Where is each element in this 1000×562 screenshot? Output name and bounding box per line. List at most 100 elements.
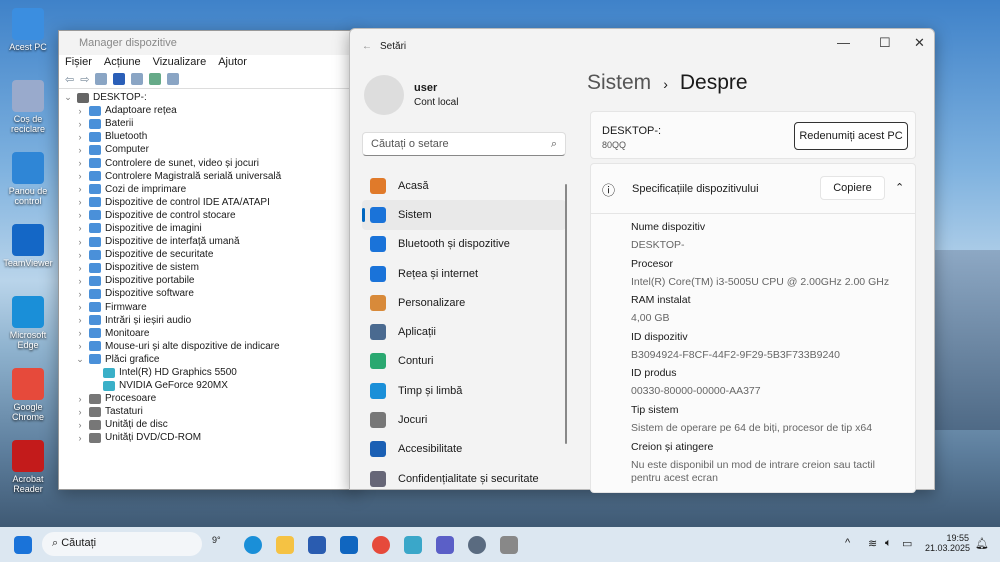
weather-widget[interactable]: 9° [212,535,221,545]
maps-icon[interactable] [404,536,422,554]
nav-item[interactable]: Conturi [362,347,566,376]
tree-item[interactable]: › Dispozitive de control IDE ATA/ATAPI [63,196,353,209]
chevron-right-icon[interactable]: › [75,119,85,129]
chrome-icon[interactable] [372,536,390,554]
chevron-right-icon[interactable]: › [75,420,85,430]
outlook-icon[interactable] [340,536,358,554]
chevron-right-icon[interactable]: › [75,184,85,194]
nav-item[interactable]: Accesibilitate [362,435,566,464]
tree-item[interactable]: › Firmware [63,301,353,314]
chevron-right-icon[interactable]: › [75,315,85,325]
rename-pc-button[interactable]: Redenumiți acest PC [794,122,908,150]
file-explorer-icon[interactable] [276,536,294,554]
tree-item[interactable]: › Computer [63,143,353,156]
chevron-right-icon[interactable]: › [75,341,85,351]
desktop-icon[interactable]: TeamViewer [0,224,56,268]
tree-item[interactable]: › Dispozitive de interfață umană [63,235,353,248]
chevron-right-icon[interactable]: › [75,394,85,404]
desktop-icon[interactable]: Acest PC [0,8,56,52]
tree-item[interactable]: › Procesoare [63,392,353,405]
desktop-icon[interactable]: Google Chrome [0,368,56,422]
chevron-right-icon[interactable]: › [75,302,85,312]
help-icon[interactable] [113,73,126,85]
clock[interactable]: 19:55 21.03.2025 [925,533,970,553]
menu-item[interactable]: Ajutor [218,56,247,70]
chevron-right-icon[interactable]: › [75,132,85,142]
chevron-up-icon[interactable]: ⌃ [895,181,904,194]
chevron-right-icon[interactable]: › [75,433,85,443]
menu-item[interactable]: Acțiune [104,56,141,70]
tree-item[interactable]: ⌄ Plăci grafice [63,353,353,366]
tree-item[interactable]: › Baterii [63,117,353,130]
chevron-right-icon[interactable]: › [75,289,85,299]
tree-item[interactable]: › Unități DVD/CD-ROM [63,431,353,444]
desktop-icon[interactable]: Panou de control [0,152,56,206]
nav-item[interactable]: Rețea și internet [362,259,566,288]
nav-item[interactable]: Personalizare [362,288,566,317]
menu-item[interactable]: Vizualizare [153,56,207,70]
tree-item[interactable]: › Adaptoare rețea [63,104,353,117]
chevron-right-icon[interactable]: › [75,263,85,273]
tree-item[interactable]: › Bluetooth [63,130,353,143]
desktop-icon[interactable]: Coș de reciclare [0,80,56,134]
tree-root[interactable]: ⌄ DESKTOP-: [63,91,353,104]
tree-item[interactable]: › Dispozitive de imagini [63,222,353,235]
settings-search-input[interactable]: Căutați o setare ⌕ [362,132,566,156]
tree-item[interactable]: › Unități de disc [63,418,353,431]
copy-button[interactable]: Copiere [820,176,885,200]
chevron-right-icon[interactable]: › [75,145,85,155]
tree-item[interactable]: › Dispozitive de securitate [63,248,353,261]
maximize-button[interactable]: ☐ [879,35,891,51]
nav-item[interactable]: Confidențialitate și securitate [362,464,566,493]
breadcrumb-parent[interactable]: Sistem [587,71,651,95]
tree-item[interactable]: NVIDIA GeForce 920MX [63,379,353,392]
chevron-right-icon[interactable]: › [75,237,85,247]
tree-item[interactable]: › Monitoare [63,327,353,340]
edge-icon[interactable] [244,536,262,554]
tree-item[interactable]: › Tastaturi [63,405,353,418]
close-button[interactable]: ✕ [914,35,925,51]
settings-icon[interactable] [468,536,486,554]
chevron-up-icon[interactable]: ^ [845,537,850,549]
chevron-right-icon[interactable]: › [75,106,85,116]
menu-item[interactable]: Fișier [65,56,92,70]
nav-item[interactable]: Aplicații [362,317,566,346]
tree-item[interactable]: › Dispozitive de control stocare [63,209,353,222]
device-manager-icon[interactable] [500,536,518,554]
nav-item[interactable]: Jocuri [362,405,566,434]
tree-item[interactable]: › Controlere Magistrală serială universal… [63,170,353,183]
back-icon[interactable]: ⇦ [65,73,74,86]
chevron-right-icon[interactable]: › [75,171,85,181]
chevron-down-icon[interactable]: ⌄ [75,354,85,365]
forward-icon[interactable]: ⇨ [80,73,89,86]
user-profile[interactable]: user Cont local [364,75,458,115]
chevron-right-icon[interactable]: › [75,210,85,220]
tree-item[interactable]: › Controlere de sunet, video și jocuri [63,156,353,169]
chevron-right-icon[interactable]: › [75,223,85,233]
properties-icon[interactable] [95,73,108,85]
tree-item[interactable]: › Dispozitive software [63,287,353,300]
chevron-right-icon[interactable]: › [75,328,85,338]
teams-icon[interactable] [436,536,454,554]
notification-bell-icon[interactable]: 🔔︎ [975,537,989,550]
taskbar-search[interactable]: ⌕ Căutați [42,532,202,556]
update-icon[interactable] [131,73,144,85]
monitor-icon[interactable] [167,73,180,85]
chevron-right-icon[interactable]: › [75,250,85,260]
chevron-right-icon[interactable]: › [75,276,85,286]
chevron-right-icon[interactable]: › [75,407,85,417]
chevron-right-icon[interactable]: › [75,197,85,207]
scan-icon[interactable] [149,73,162,85]
back-arrow-icon[interactable]: ← [362,41,372,52]
tree-item[interactable]: › Intrări și ieșiri audio [63,314,353,327]
store-icon[interactable] [308,536,326,554]
nav-item[interactable]: Bluetooth și dispozitive [362,230,566,259]
nav-item[interactable]: Acasă [362,171,566,200]
minimize-button[interactable]: — [837,35,850,50]
nav-item[interactable]: Sistem [362,200,566,230]
nav-item[interactable]: Timp și limbă [362,376,566,405]
volume-icon[interactable]: 🔈︎ [885,537,892,550]
nav-scrollbar[interactable] [565,184,567,444]
battery-icon[interactable]: ▭ [902,537,912,550]
start-icon[interactable] [14,536,32,554]
